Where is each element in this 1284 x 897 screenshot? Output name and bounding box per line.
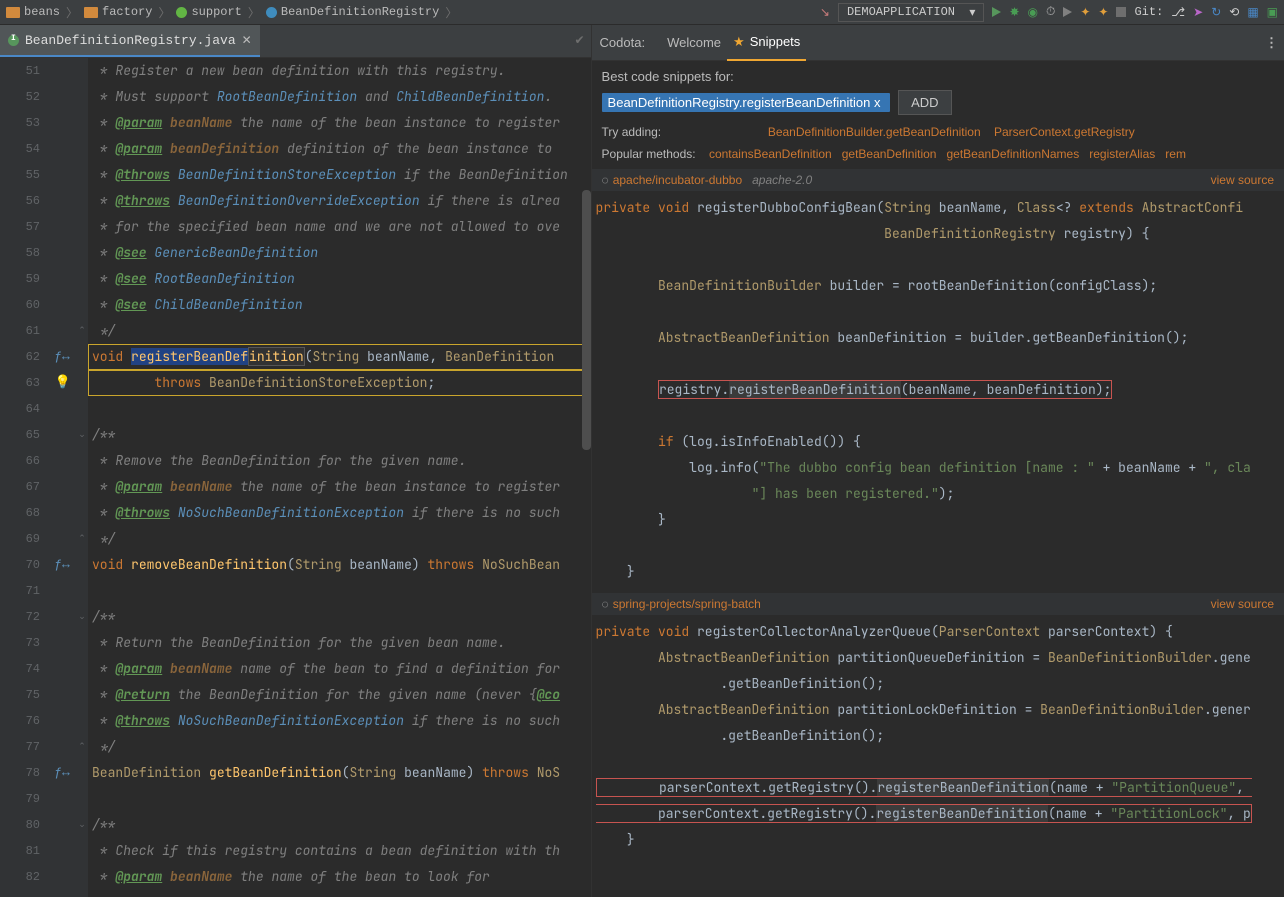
windows-icon[interactable]: ▦ xyxy=(1247,5,1258,20)
suggestion-link[interactable]: BeanDefinitionBuilder.getBeanDefinition xyxy=(768,125,981,139)
more-icon[interactable]: ⋮ xyxy=(1265,35,1276,51)
git-update-icon[interactable]: ↻ xyxy=(1211,5,1221,20)
popular-methods-label: Popular methods: xyxy=(602,147,696,161)
popular-link[interactable]: registerAlias xyxy=(1089,147,1155,161)
terminal-icon[interactable]: ▣ xyxy=(1267,5,1278,20)
breadcrumb-bar: beans 〉 factory 〉 support 〉 BeanDefiniti… xyxy=(0,0,1284,25)
github-icon[interactable]: ◌ xyxy=(602,173,609,187)
add-button[interactable]: ADD xyxy=(898,90,951,115)
chevron-right-icon: 〉 xyxy=(66,4,78,21)
star-icon: ★ xyxy=(733,34,745,50)
editor-tab[interactable]: BeanDefinitionRegistry.java ✕ xyxy=(0,25,260,57)
breadcrumb-item[interactable]: beans xyxy=(0,5,66,19)
hammer-icon[interactable]: ↘ xyxy=(820,5,830,20)
editor-tabs: BeanDefinitionRegistry.java ✕ ✔ xyxy=(0,25,591,58)
git-label: Git: xyxy=(1134,5,1163,19)
remove-chip-icon[interactable]: x xyxy=(874,95,881,110)
popular-link[interactable]: getBeanDefinition xyxy=(842,147,937,161)
interface-icon xyxy=(8,35,19,46)
chevron-right-icon: 〉 xyxy=(445,4,457,21)
snippet-header: ◌ apache/incubator-dubbo apache-2.0 view… xyxy=(592,169,1284,191)
run-config-dropdown[interactable]: DEMOAPPLICATION ▾ xyxy=(838,3,984,22)
tab-welcome[interactable]: Welcome xyxy=(661,26,727,59)
git-history-icon[interactable]: ⟲ xyxy=(1229,5,1239,20)
profiler-icon[interactable]: ⏱ xyxy=(1046,5,1055,19)
close-icon[interactable]: ✕ xyxy=(242,33,252,48)
analysis-ok-icon[interactable]: ✔ xyxy=(574,33,584,48)
search-chip[interactable]: BeanDefinitionRegistry.registerBeanDefin… xyxy=(602,93,891,112)
breadcrumb-item[interactable]: factory xyxy=(78,5,158,19)
attach-icon[interactable]: ✦ xyxy=(1080,5,1090,20)
git-commit-icon[interactable]: ➤ xyxy=(1193,5,1203,20)
github-icon[interactable]: ◌ xyxy=(602,597,609,611)
breadcrumb-item[interactable]: BeanDefinitionRegistry xyxy=(260,5,445,19)
package-icon xyxy=(176,7,187,18)
toolbar: ↘ DEMOAPPLICATION ▾ ✸ ◉ ⏱ ✦ ✦ Git: ⎇ ➤ ↻… xyxy=(820,3,1284,22)
snippet-repo[interactable]: apache/incubator-dubbo xyxy=(613,173,742,187)
run-icon[interactable] xyxy=(992,7,1001,17)
debug-icon[interactable]: ✸ xyxy=(1009,5,1019,20)
tab-title: BeanDefinitionRegistry.java xyxy=(25,33,236,48)
code-snippet[interactable]: private void registerDubboConfigBean(Str… xyxy=(592,191,1284,593)
attach-icon[interactable]: ✦ xyxy=(1098,5,1108,20)
view-source-link[interactable]: view source xyxy=(1211,173,1274,187)
snippet-repo[interactable]: spring-projects/spring-batch xyxy=(613,597,761,611)
popular-link[interactable]: containsBeanDefinition xyxy=(709,147,832,161)
popular-link[interactable]: rem xyxy=(1165,147,1186,161)
folder-icon xyxy=(84,7,98,18)
implements-icon[interactable]: ƒ↔ xyxy=(48,344,76,370)
interface-icon xyxy=(266,7,277,18)
snippet-license: apache-2.0 xyxy=(752,173,812,187)
try-adding-label: Try adding: xyxy=(602,125,662,139)
gutter-icons: ƒ↔💡 ƒ↔ ƒ↔ xyxy=(48,58,76,897)
codota-label: Codota: xyxy=(600,35,646,50)
codota-tabs: Codota: Welcome ★ Snippets ⋮ xyxy=(592,25,1284,61)
folder-icon xyxy=(6,7,20,18)
tab-snippets[interactable]: ★ Snippets xyxy=(727,25,806,61)
breadcrumb-item[interactable]: support xyxy=(170,5,247,19)
suggestion-link[interactable]: ParserContext.getRegistry xyxy=(994,125,1135,139)
best-snippets-label: Best code snippets for: xyxy=(602,69,1274,84)
snippet-header: ◌ spring-projects/spring-batch view sour… xyxy=(592,593,1284,615)
line-gutter: 5152535455565758596061626364656667686970… xyxy=(0,58,48,897)
rerun-icon[interactable] xyxy=(1063,7,1072,17)
popular-link[interactable]: getBeanDefinitionNames xyxy=(946,147,1079,161)
chevron-right-icon: 〉 xyxy=(248,4,260,21)
view-source-link[interactable]: view source xyxy=(1211,597,1274,611)
implements-icon[interactable]: ƒ↔ xyxy=(48,760,76,786)
coverage-icon[interactable]: ◉ xyxy=(1028,5,1038,20)
fold-column: ⌃ ⌄ ⌃ ⌄ ⌃ ⌄ xyxy=(76,58,88,897)
chevron-right-icon: 〉 xyxy=(158,4,170,21)
code-area[interactable]: * Register a new bean definition with th… xyxy=(88,58,591,897)
scrollbar-thumb[interactable] xyxy=(582,190,591,450)
code-snippet[interactable]: private void registerCollectorAnalyzerQu… xyxy=(592,615,1284,861)
implements-icon[interactable]: ƒ↔ xyxy=(48,552,76,578)
stop-icon[interactable] xyxy=(1116,7,1126,17)
git-branch-icon[interactable]: ⎇ xyxy=(1171,5,1185,20)
